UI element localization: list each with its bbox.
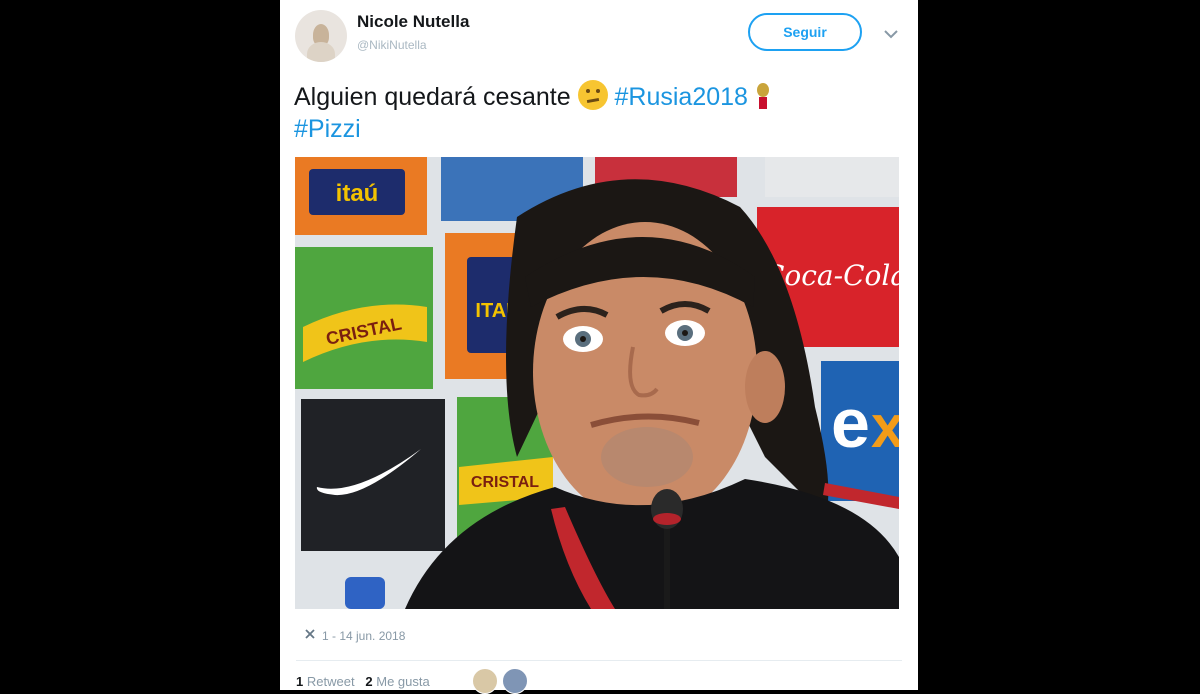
close-icon[interactable] — [304, 628, 316, 643]
follow-button[interactable]: Seguir — [748, 13, 862, 51]
svg-text:e: e — [831, 384, 870, 462]
retweet-label[interactable]: Retweet — [307, 674, 355, 689]
author-handle[interactable]: @NikiNutella — [357, 38, 427, 52]
tweet-photo[interactable]: itaú CRISTAL ITAÚ Coca-Cola e x CRISTAL — [295, 157, 899, 609]
liker-avatars — [472, 668, 528, 694]
like-label[interactable]: Me gusta — [376, 674, 429, 689]
like-count[interactable]: 2 — [365, 674, 372, 689]
liker-avatar[interactable] — [472, 668, 498, 694]
svg-text:x: x — [871, 393, 899, 460]
tweet-stats: 1 Retweet 2 Me gusta — [296, 674, 430, 689]
world-cup-trophy-icon — [755, 83, 769, 109]
tweet-text: Alguien quedará cesante #Rusia2018 #Pizz… — [294, 80, 904, 145]
sponsor-label-1: itaú — [336, 180, 379, 207]
follow-button-label: Seguir — [783, 24, 827, 40]
hashtag-rusia2018[interactable]: #Rusia2018 — [615, 83, 748, 111]
thinking-face-icon — [577, 80, 608, 110]
liker-avatar[interactable] — [502, 668, 528, 694]
retweet-count[interactable]: 1 — [296, 674, 303, 689]
sponsor-label-5: CRISTAL — [471, 474, 539, 491]
tweet-body: Alguien quedará cesante — [294, 83, 571, 111]
tweet-card: Nicole Nutella @NikiNutella Seguir Algui… — [280, 0, 918, 694]
tweet-timestamp[interactable]: 1 - 14 jun. 2018 — [322, 629, 405, 643]
author-name[interactable]: Nicole Nutella — [357, 12, 469, 32]
hashtag-pizzi[interactable]: #Pizzi — [294, 115, 361, 143]
chevron-down-icon[interactable] — [883, 26, 899, 44]
tweet-meta: 1 - 14 jun. 2018 — [304, 628, 405, 643]
author-avatar[interactable] — [295, 10, 347, 62]
divider — [296, 660, 902, 661]
